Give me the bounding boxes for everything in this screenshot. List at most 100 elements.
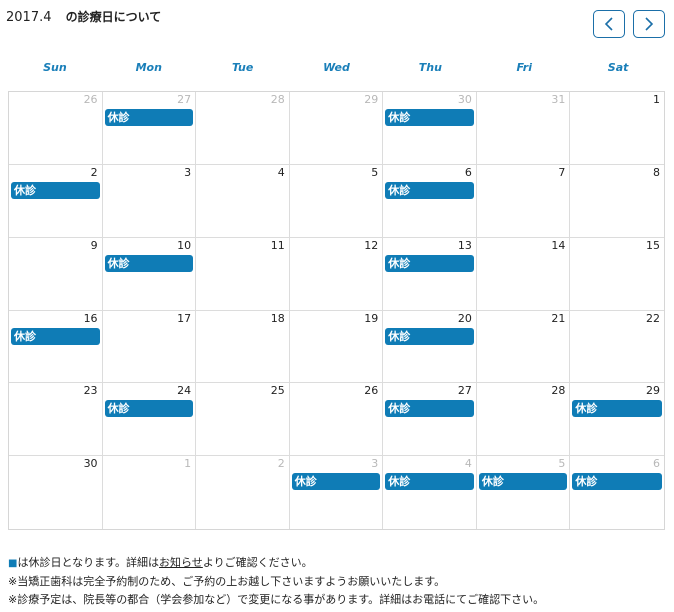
calendar-day-cell[interactable]: 24 休診	[102, 383, 197, 457]
calendar-day-cell[interactable]: 8	[570, 165, 664, 238]
day-number: 7	[558, 165, 566, 179]
closed-day-event[interactable]: 休診	[385, 109, 474, 126]
calendar-day-cell[interactable]: 28	[196, 92, 290, 165]
closed-day-event[interactable]: 休診	[11, 181, 100, 199]
calendar-day-cell[interactable]: 23	[9, 383, 103, 457]
note-line-1-pre: は休診日となります。詳細は	[17, 556, 160, 569]
calendar-day-cell[interactable]: 26	[289, 383, 384, 457]
day-number: 6	[652, 457, 660, 471]
day-number: 27	[177, 93, 192, 106]
day-number: 29	[364, 93, 379, 106]
closed-day-event[interactable]: 休診	[104, 109, 194, 126]
calendar-day-cell[interactable]: 29	[289, 92, 384, 165]
day-number: 28	[270, 93, 285, 106]
day-number: 11	[270, 238, 285, 252]
day-number: 22	[645, 311, 660, 325]
calendar-day-cell[interactable]: 27 休診	[102, 92, 197, 165]
weekday-sun: Sun	[43, 61, 67, 74]
calendar-day-cell[interactable]: 9	[9, 237, 103, 311]
closed-day-event[interactable]: 休診	[291, 473, 381, 491]
closed-day-event[interactable]: 休診	[385, 327, 474, 345]
calendar-day-cell[interactable]: 2 休診	[9, 164, 103, 238]
prev-month-button[interactable]	[593, 10, 625, 38]
day-number: 26	[364, 384, 379, 398]
calendar-day-cell[interactable]: 11	[196, 237, 290, 311]
closed-day-event[interactable]: 休診	[385, 400, 474, 418]
calendar-day-cell[interactable]: 27 休診	[383, 383, 477, 457]
calendar-day-cell[interactable]: 1	[570, 92, 664, 165]
day-number: 28	[551, 384, 566, 398]
news-link[interactable]: お知らせ	[159, 556, 203, 569]
calendar-day-cell[interactable]: 28	[476, 383, 571, 457]
calendar-day-cell[interactable]: 17	[102, 310, 197, 384]
calendar-day-cell[interactable]: 30	[9, 456, 103, 529]
closed-day-event[interactable]: 休診	[385, 181, 474, 199]
calendar-day-cell[interactable]: 21	[476, 310, 571, 384]
calendar-day-cell[interactable]: 4 休診	[383, 456, 477, 529]
calendar-day-cell[interactable]: 6 休診	[383, 164, 477, 238]
day-number: 3	[184, 165, 192, 179]
calendar-day-cell[interactable]: 14	[476, 237, 571, 311]
calendar-day-cell[interactable]: 5	[289, 164, 384, 238]
day-number: 2	[277, 457, 285, 471]
calendar-day-cell[interactable]: 1	[103, 456, 197, 529]
calendar-grid: 26 27 休診 28 29 30 休診 31 1 2 休診 3 4 5 6 休診 7 8 9 10 休診 11 12 13 休…	[8, 91, 665, 530]
note-line-1-post: よりご確認ください。	[202, 556, 313, 569]
calendar-day-cell[interactable]: 13 休診	[383, 237, 477, 311]
day-number: 26	[83, 93, 98, 106]
calendar-day-cell[interactable]: 10 休診	[102, 237, 197, 311]
day-number: 24	[177, 384, 192, 398]
day-number: 27	[457, 384, 472, 398]
weekday-thu: Thu	[418, 61, 442, 74]
chevron-right-icon	[645, 17, 654, 31]
weekday-sat: Sat	[607, 61, 629, 74]
chevron-left-icon	[604, 17, 613, 31]
calendar-day-cell[interactable]: 15	[570, 238, 664, 311]
weekday-wed: Wed	[323, 61, 350, 74]
next-month-button[interactable]	[633, 10, 665, 38]
calendar-day-cell[interactable]: 30 休診	[383, 92, 477, 165]
day-number: 8	[652, 165, 660, 179]
day-number: 4	[464, 457, 472, 471]
closed-day-event[interactable]: 休診	[572, 400, 662, 418]
day-number: 15	[645, 238, 660, 252]
month-label: 2017.4	[6, 10, 52, 25]
calendar-day-cell[interactable]: 26	[9, 92, 103, 165]
day-number: 1	[184, 457, 192, 471]
closed-day-event[interactable]: 休診	[478, 473, 568, 491]
day-number: 21	[551, 311, 566, 325]
calendar-day-cell[interactable]: 20 休診	[383, 310, 477, 384]
calendar-day-cell[interactable]: 12	[289, 237, 384, 311]
calendar-day-cell[interactable]: 31	[476, 92, 571, 165]
closed-day-event[interactable]: 休診	[11, 327, 100, 345]
calendar-day-cell[interactable]: 25	[196, 383, 290, 457]
closed-day-event[interactable]: 休診	[572, 473, 662, 491]
calendar-day-cell[interactable]: 16 休診	[9, 310, 103, 384]
day-number: 16	[83, 311, 98, 325]
day-number: 14	[551, 238, 566, 252]
calendar-day-cell[interactable]: 7	[476, 164, 571, 238]
note-line-3: ※診療予定は、院長等の都合（学会参加など）で変更になる事があります。詳細はお電話…	[8, 593, 545, 606]
closed-day-event[interactable]: 休診	[104, 400, 194, 418]
calendar-day-cell[interactable]: 5 休診	[477, 456, 571, 529]
calendar-day-cell[interactable]: 19	[289, 310, 384, 384]
closed-day-event[interactable]: 休診	[385, 254, 474, 272]
day-number: 2	[90, 165, 98, 179]
calendar-day-cell[interactable]: 6 休診	[570, 456, 664, 529]
notes: ■は休診日となります。詳細はお知らせよりご確認ください。 ※当矯正歯科は完全予約…	[8, 554, 544, 609]
calendar-day-cell[interactable]: 22	[570, 311, 664, 384]
calendar-day-cell[interactable]: 2	[196, 456, 290, 529]
calendar-day-cell[interactable]: 18	[196, 310, 290, 384]
calendar-day-cell[interactable]: 3	[102, 164, 197, 238]
day-number: 31	[551, 93, 566, 106]
calendar-day-cell[interactable]: 4	[196, 164, 290, 238]
calendar-day-cell[interactable]: 3 休診	[290, 456, 384, 529]
day-number: 19	[364, 311, 379, 325]
closed-day-event[interactable]: 休診	[104, 254, 194, 272]
closed-day-event[interactable]: 休診	[385, 473, 474, 491]
day-number: 20	[457, 311, 472, 325]
calendar-day-cell[interactable]: 29 休診	[570, 383, 664, 457]
day-number: 29	[645, 384, 660, 398]
day-number: 1	[652, 93, 660, 106]
day-number: 5	[371, 165, 379, 179]
